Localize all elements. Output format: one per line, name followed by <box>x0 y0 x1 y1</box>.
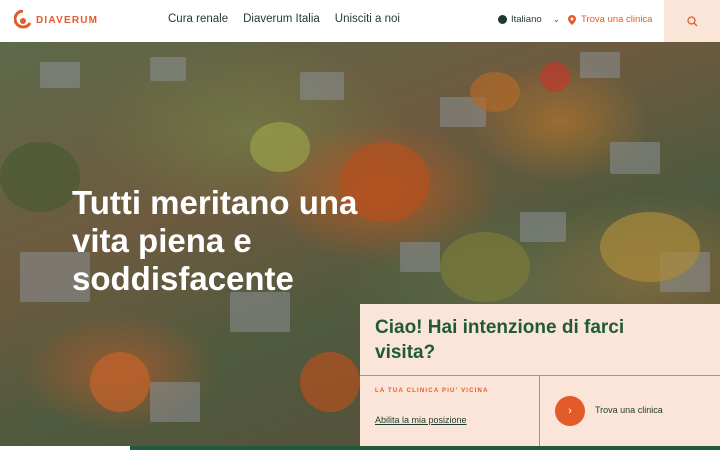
find-clinic-button-label[interactable]: Trova una clinica <box>595 405 663 415</box>
nav-item-diaverum-italia[interactable]: Diaverum Italia <box>243 13 320 25</box>
language-label: Italiano <box>511 14 542 25</box>
card-divider <box>360 375 720 376</box>
chevron-down-icon: ⌄ <box>552 14 561 24</box>
bottom-strip-white <box>0 446 130 450</box>
find-clinic-link[interactable]: Trova una clinica <box>568 14 652 25</box>
enable-location-link[interactable]: Abilita la mia posizione <box>375 415 467 425</box>
main-nav: Cura renale Diaverum Italia Unisciti a n… <box>168 13 400 25</box>
nav-item-cura-renale[interactable]: Cura renale <box>168 13 228 25</box>
hero-title: Tutti meritano una vita piena e soddisfa… <box>72 184 358 297</box>
chevron-right-icon: › <box>568 405 572 417</box>
search-button[interactable] <box>664 0 720 42</box>
card-vertical-divider <box>539 376 540 447</box>
search-icon <box>686 15 697 26</box>
nav-item-unisciti-a-noi[interactable]: Unisciti a noi <box>335 13 400 25</box>
location-pin-icon <box>568 14 576 25</box>
bottom-strip-green <box>130 446 720 450</box>
brand-name: DIAVERUM <box>36 14 99 26</box>
nearest-clinic-label: LA TUA CLINICA PIU' VICINA <box>375 388 489 394</box>
diaverum-logo[interactable]: DIAVERUM <box>14 10 98 30</box>
globe-icon <box>498 15 507 24</box>
visit-card: Ciao! Hai intenzione di farci visita? LA… <box>360 304 720 447</box>
find-clinic-button[interactable]: › <box>555 396 585 426</box>
diaverum-logo-mark <box>14 10 32 29</box>
find-clinic-label: Trova una clinica <box>581 14 653 25</box>
language-selector[interactable]: Italiano ⌄ <box>498 14 560 25</box>
visit-card-title: Ciao! Hai intenzione di farci visita? <box>375 317 625 363</box>
site-header: DIAVERUM Cura renale Diaverum Italia Uni… <box>0 0 720 42</box>
